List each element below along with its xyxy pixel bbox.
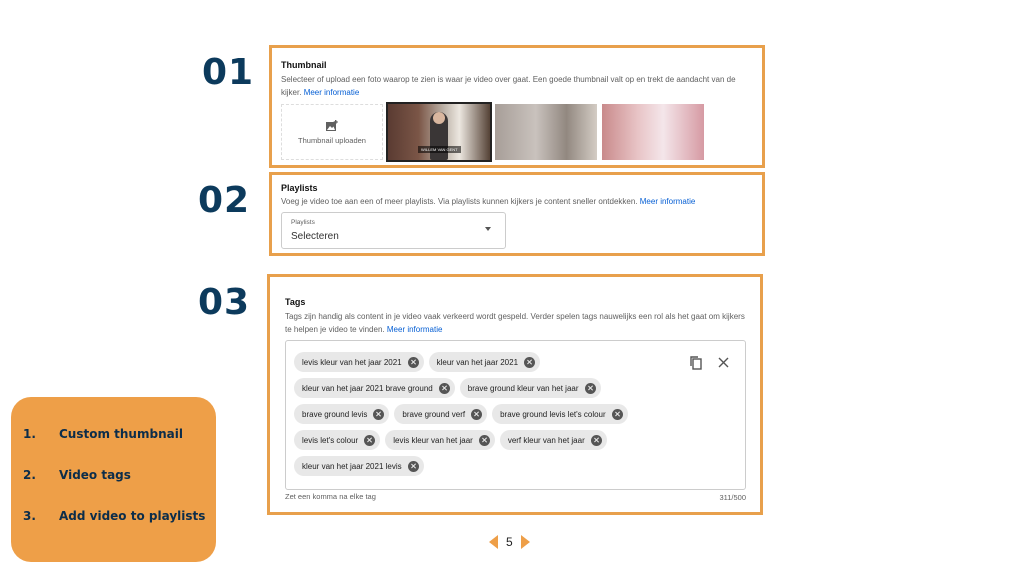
playlists-select-value: Selecteren	[291, 231, 339, 242]
remove-tag-icon[interactable]	[478, 434, 490, 446]
tags-more-info-link[interactable]: Meer informatie	[387, 325, 443, 334]
playlists-more-info-link[interactable]: Meer informatie	[640, 197, 696, 206]
summary-item: 1. Custom thumbnail	[23, 427, 205, 468]
tag-row: kleur van het jaar 2021 brave ground brav…	[294, 378, 628, 398]
thumbnail-description: Selecteer of upload een foto waarop te z…	[281, 73, 751, 99]
remove-tag-icon[interactable]	[364, 434, 376, 446]
tag-chip[interactable]: kleur van het jaar 2021	[428, 352, 541, 372]
thumbnail-person-head	[433, 112, 445, 124]
tag-row: brave ground levis brave ground verf brave…	[294, 404, 628, 424]
tag-chip[interactable]: brave ground verf	[394, 404, 488, 424]
tag-chip-label: kleur van het jaar 2021 levis	[302, 461, 402, 471]
summary-card: 1. Custom thumbnail 2. Video tags 3. Add…	[11, 397, 216, 562]
tag-chip-label: brave ground levis	[302, 409, 368, 419]
tag-chip[interactable]: kleur van het jaar 2021 levis	[294, 456, 424, 476]
thumbnail-upload-label: Thumbnail uploaden	[298, 135, 366, 145]
tags-description-text: Tags zijn handig als content in je video…	[285, 312, 745, 334]
tag-chip[interactable]: brave ground levis let's colour	[492, 404, 628, 424]
tag-chip-label: verf kleur van het jaar	[507, 435, 585, 445]
remove-tag-icon[interactable]	[438, 382, 450, 394]
close-icon[interactable]	[718, 357, 729, 368]
summary-item-label: Add video to playlists	[59, 509, 206, 523]
tags-input[interactable]: levis kleur van het jaar 2021 kleur van h…	[285, 340, 746, 490]
thumbnail-option-2[interactable]	[495, 104, 597, 160]
tag-chip[interactable]: kleur van het jaar 2021 brave ground	[294, 378, 455, 398]
tags-counter: 311/500	[719, 493, 746, 502]
playlists-select[interactable]: Playlists Selecteren	[281, 212, 506, 249]
summary-item-number: 3.	[23, 509, 36, 523]
summary-item-number: 2.	[23, 468, 36, 482]
summary-item-label: Custom thumbnail	[59, 427, 183, 441]
tag-chip-label: kleur van het jaar 2021	[436, 357, 519, 367]
page-number: 5	[506, 535, 513, 549]
remove-tag-icon[interactable]	[471, 408, 483, 420]
remove-tag-icon[interactable]	[611, 408, 623, 420]
playlists-panel: Playlists Voeg je video toe aan een of m…	[269, 172, 765, 256]
remove-tag-icon[interactable]	[524, 356, 536, 368]
tag-chip-label: levis let's colour	[302, 435, 359, 445]
remove-tag-icon[interactable]	[407, 356, 419, 368]
thumbnail-option-1[interactable]: WILLEM VAN GENT	[386, 102, 492, 162]
thumbnail-more-info-link[interactable]: Meer informatie	[304, 88, 360, 97]
thumbnail-title: Thumbnail	[281, 60, 327, 70]
tags-panel: Tags Tags zijn handig als content in je …	[267, 274, 763, 515]
summary-item-label: Video tags	[59, 468, 131, 482]
playlists-title: Playlists	[281, 183, 318, 193]
summary-list: 1. Custom thumbnail 2. Video tags 3. Add…	[23, 427, 205, 550]
tag-chip-list: levis kleur van het jaar 2021 kleur van h…	[294, 352, 628, 482]
tag-chip-label: levis kleur van het jaar	[393, 435, 473, 445]
copy-icon[interactable]	[688, 355, 704, 371]
summary-item-number: 1.	[23, 427, 36, 441]
tag-chip[interactable]: levis kleur van het jaar 2021	[294, 352, 424, 372]
thumbnail-caption: WILLEM VAN GENT	[418, 146, 461, 153]
tags-title: Tags	[285, 297, 306, 307]
tag-row: levis kleur van het jaar 2021 kleur van h…	[294, 352, 628, 372]
tag-chip-label: levis kleur van het jaar 2021	[302, 357, 402, 367]
add-photo-icon	[326, 119, 338, 131]
tag-chip-label: brave ground kleur van het jaar	[467, 383, 579, 393]
tags-description: Tags zijn handig als content in je video…	[285, 310, 750, 336]
remove-tag-icon[interactable]	[407, 460, 419, 472]
previous-page-icon[interactable]	[489, 535, 498, 549]
thumbnail-options: Thumbnail uploaden WILLEM VAN GENT	[281, 102, 704, 162]
tag-chip[interactable]: brave ground kleur van het jaar	[459, 378, 601, 398]
thumbnail-option-3[interactable]	[602, 104, 704, 160]
tags-hint: Zet een komma na elke tag	[285, 492, 376, 501]
step-number-02: 02	[198, 180, 251, 221]
playlists-select-label: Playlists	[291, 219, 315, 226]
tag-chip[interactable]: verf kleur van het jaar	[499, 430, 607, 450]
playlists-description-text: Voeg je video toe aan een of meer playli…	[281, 197, 638, 206]
step-number-01: 01	[202, 52, 255, 93]
tag-chip[interactable]: levis kleur van het jaar	[385, 430, 495, 450]
caret-down-icon	[485, 227, 491, 231]
summary-item: 2. Video tags	[23, 468, 205, 509]
remove-tag-icon[interactable]	[590, 434, 602, 446]
remove-tag-icon[interactable]	[584, 382, 596, 394]
tag-chip-label: brave ground verf	[402, 409, 466, 419]
step-number-03: 03	[198, 282, 251, 323]
thumbnail-upload-button[interactable]: Thumbnail uploaden	[281, 104, 383, 160]
tag-chip[interactable]: brave ground levis	[294, 404, 390, 424]
tag-row: kleur van het jaar 2021 levis	[294, 456, 628, 476]
tag-chip-label: brave ground levis let's colour	[500, 409, 606, 419]
next-page-icon[interactable]	[520, 535, 530, 549]
pager: 5	[489, 535, 530, 549]
playlists-description: Voeg je video toe aan een of meer playli…	[281, 195, 695, 208]
tag-chip[interactable]: levis let's colour	[294, 430, 381, 450]
thumbnail-panel: Thumbnail Selecteer of upload een foto w…	[269, 45, 765, 168]
remove-tag-icon[interactable]	[373, 408, 385, 420]
summary-item: 3. Add video to playlists	[23, 509, 205, 550]
tag-chip-label: kleur van het jaar 2021 brave ground	[302, 383, 433, 393]
tag-row: levis let's colour levis kleur van het ja…	[294, 430, 628, 450]
